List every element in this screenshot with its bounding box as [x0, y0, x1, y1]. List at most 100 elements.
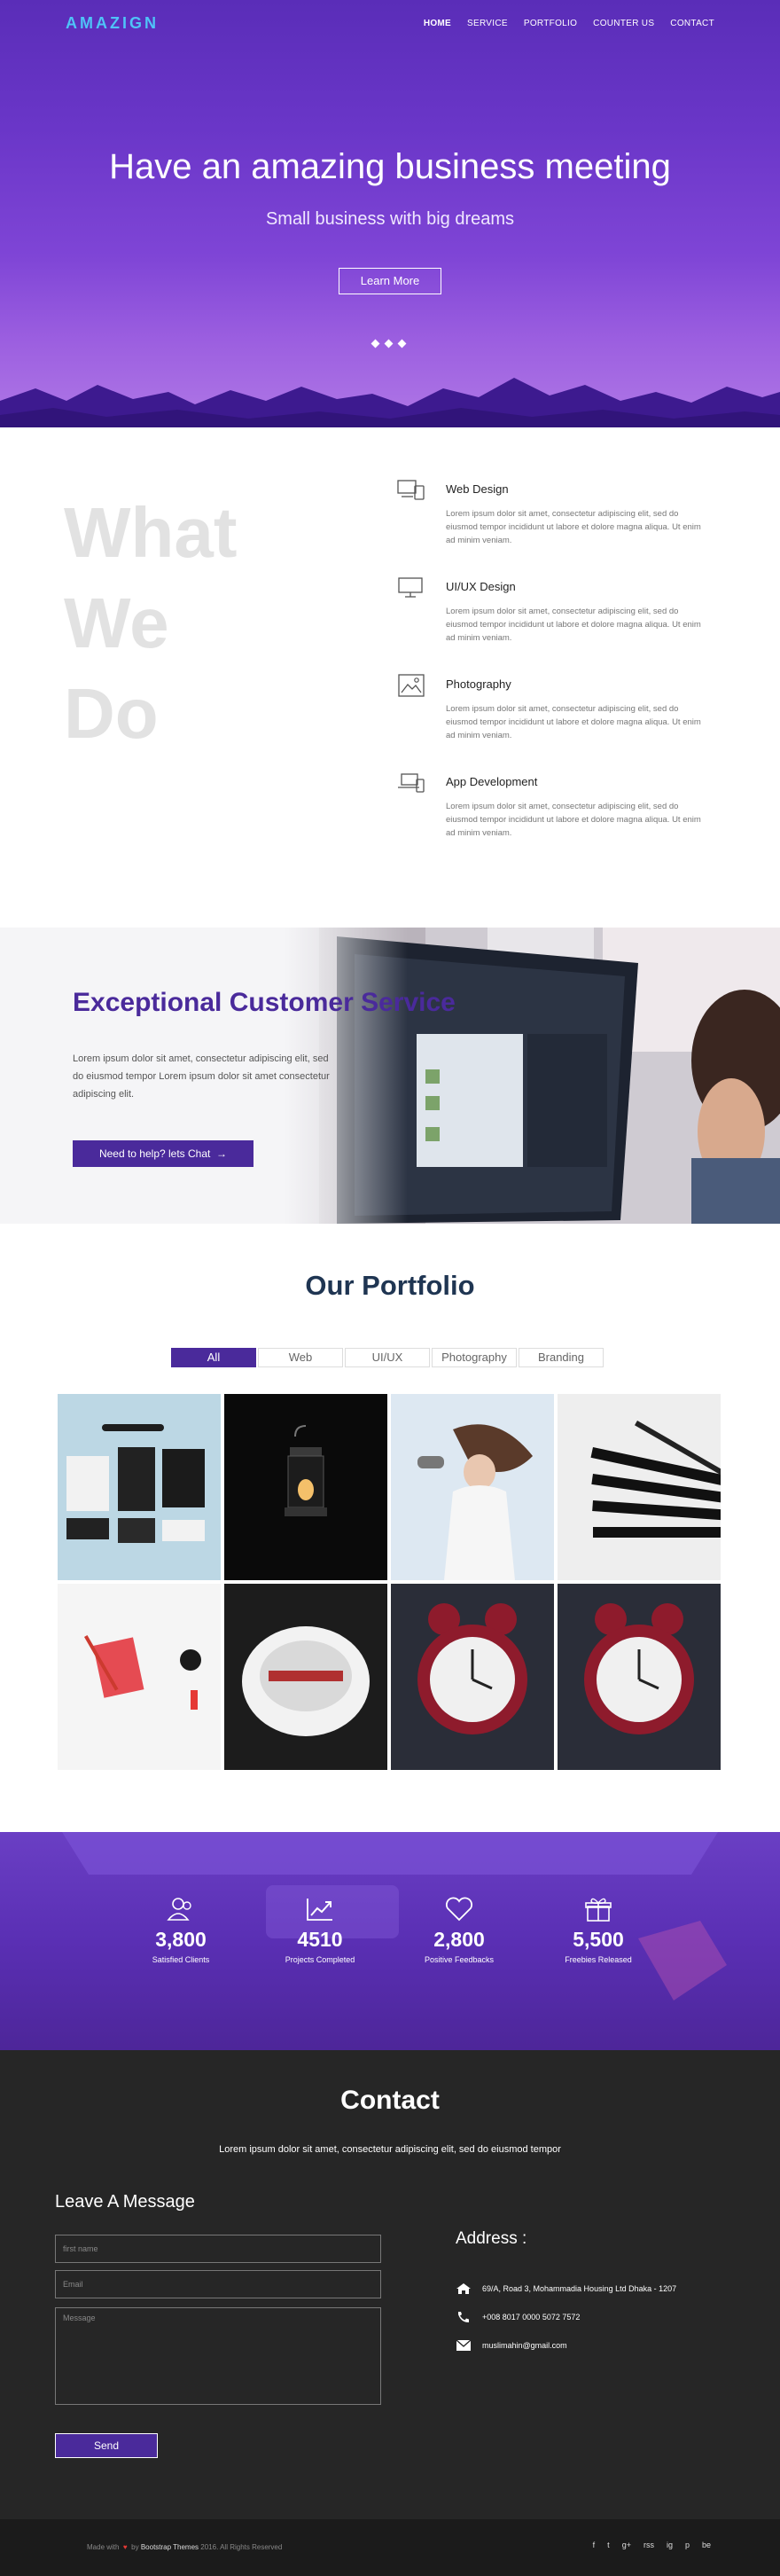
chart-icon: [307, 1899, 332, 1921]
portfolio-item-lantern[interactable]: [224, 1394, 387, 1580]
top-nav: AMAZIGN HOME SERVICE PORTFOLIO COUNTER U…: [0, 0, 780, 48]
nav-links: HOME SERVICE PORTFOLIO COUNTER US CONTAC…: [424, 19, 714, 28]
desk-items-image: [58, 1584, 221, 1770]
contact-title: Contact: [340, 2086, 440, 2115]
filter-branding[interactable]: Branding: [519, 1348, 604, 1367]
service-title: Photography: [446, 677, 511, 691]
learn-more-button[interactable]: Learn More: [339, 268, 441, 294]
nav-link-service[interactable]: SERVICE: [467, 19, 508, 28]
footer: Made with ♥ by Bootstrap Themes 2016. Al…: [0, 2519, 780, 2576]
nav-link-counter[interactable]: COUNTER US: [593, 19, 654, 28]
counter-feedbacks: 2,800 Positive Feedbacks: [397, 1896, 521, 1964]
portfolio-item-stationery[interactable]: [58, 1394, 221, 1580]
filter-photography[interactable]: Photography: [432, 1348, 517, 1367]
counters-section: 3,800 Satisfied Clients 4510 Projects Co…: [0, 1832, 780, 2050]
name-field[interactable]: [55, 2235, 381, 2263]
counter-value: 4510: [297, 1928, 343, 1951]
ashtray-image: [224, 1584, 387, 1770]
what-we-do-section: What We Do Web Design Lorem ipsum dolor …: [0, 427, 780, 928]
chat-button[interactable]: Need to help? lets Chat →: [73, 1140, 254, 1167]
counter-value: 5,500: [573, 1928, 624, 1951]
counter-label: Freebies Released: [565, 1955, 632, 1964]
filter-all[interactable]: All: [171, 1348, 256, 1367]
heart-icon: [445, 1897, 473, 1922]
filter-uiux[interactable]: UI/UX: [345, 1348, 430, 1367]
form-title: Leave A Message: [55, 2192, 195, 2212]
slider-dot[interactable]: [397, 339, 407, 348]
stationery-image: [58, 1394, 221, 1580]
service-title: Web Design: [446, 482, 509, 496]
arrow-right-icon: →: [213, 1147, 228, 1160]
hero-subtitle: Small business with big dreams: [265, 209, 515, 229]
hero-section: AMAZIGN HOME SERVICE PORTFOLIO COUNTER U…: [0, 0, 780, 427]
portfolio-item-hairdryer[interactable]: [391, 1394, 554, 1580]
portfolio-item-alarm-clock[interactable]: [391, 1584, 554, 1770]
workspace-photo: [284, 928, 780, 1224]
footer-credit: Made with ♥ by Bootstrap Themes 2016. Al…: [87, 2543, 282, 2551]
google-plus-icon[interactable]: g+: [622, 2541, 631, 2549]
made-with-text: Made with: [87, 2543, 120, 2551]
twitter-icon[interactable]: t: [607, 2541, 610, 2549]
counters-background: [62, 1832, 727, 2001]
image-icon: [398, 674, 425, 697]
social-links: f t g+ rss ig p be: [593, 2541, 711, 2549]
portfolio-item-desk[interactable]: [58, 1584, 221, 1770]
nav-link-portfolio[interactable]: PORTFOLIO: [524, 19, 577, 28]
address-text: 69/A, Road 3, Mohammadia Housing Ltd Dha…: [482, 2284, 677, 2293]
nav-link-contact[interactable]: CONTACT: [670, 19, 714, 28]
site-logo[interactable]: AMAZIGN: [66, 14, 159, 33]
portfolio-section: Our Portfolio All Web UI/UX Photography …: [0, 1224, 780, 1832]
instagram-icon[interactable]: ig: [667, 2541, 673, 2549]
counter-label: Positive Feedbacks: [424, 1955, 495, 1964]
portfolio-item-ashtray[interactable]: [224, 1584, 387, 1770]
laptop-phone-icon: [398, 773, 425, 793]
chat-button-label: Need to help? lets Chat: [98, 1147, 211, 1160]
by-text: by: [131, 2543, 139, 2551]
rss-icon[interactable]: rss: [644, 2541, 654, 2549]
email-text[interactable]: muslimahin@gmail.com: [482, 2341, 567, 2350]
facebook-icon[interactable]: f: [593, 2541, 596, 2549]
lantern-image: [224, 1394, 387, 1580]
nav-link-home[interactable]: HOME: [424, 19, 451, 28]
users-icon: [167, 1898, 191, 1921]
heading-word: We: [64, 583, 169, 662]
service-text: Lorem ipsum dolor sit amet, consectetur …: [446, 802, 701, 838]
gift-icon: [585, 1898, 612, 1922]
portfolio-filters: All Web UI/UX Photography Branding: [171, 1348, 604, 1367]
portfolio-grid: [58, 1394, 722, 1770]
portfolio-item-alarm-clock[interactable]: [558, 1584, 721, 1770]
heart-icon: ♥: [121, 2543, 129, 2551]
hero-title: Have an amazing business meeting: [109, 147, 671, 186]
email-line: muslimahin@gmail.com: [456, 2339, 567, 2352]
phone-icon: [458, 2312, 469, 2322]
counter-value: 3,800: [155, 1928, 207, 1951]
pinterest-icon[interactable]: p: [685, 2541, 690, 2549]
slider-dots: [370, 339, 407, 348]
service-title: UI/UX Design: [446, 580, 516, 593]
home-icon: [456, 2283, 471, 2294]
footer-brand-link[interactable]: Bootstrap Themes: [141, 2543, 199, 2551]
email-field[interactable]: [55, 2270, 381, 2298]
contact-subtitle: Lorem ipsum dolor sit amet, consectetur …: [219, 2144, 561, 2155]
portfolio-title: Our Portfolio: [305, 1270, 475, 1301]
devices-icon: [397, 480, 425, 500]
counter-projects: 4510 Projects Completed: [258, 1896, 382, 1964]
envelope-icon: [456, 2339, 472, 2351]
hairdryer-image: [391, 1394, 554, 1580]
send-button[interactable]: Send: [55, 2433, 158, 2458]
counter-label: Satisfied Clients: [152, 1955, 210, 1964]
slider-dot[interactable]: [384, 339, 394, 348]
service-text: Lorem ipsum dolor sit amet, consectetur …: [446, 509, 701, 545]
what-we-do-heading: What We Do: [64, 488, 238, 759]
phone-line: +008 8017 0000 5072 7572: [456, 2311, 580, 2323]
pens-image: [558, 1394, 721, 1580]
filter-web[interactable]: Web: [258, 1348, 343, 1367]
portfolio-item-pens[interactable]: [558, 1394, 721, 1580]
message-field[interactable]: [55, 2307, 381, 2405]
service-text: Lorem ipsum dolor sit amet, consectetur …: [446, 607, 701, 643]
slider-dot[interactable]: [370, 339, 380, 348]
service-title: App Development: [446, 775, 538, 788]
behance-icon[interactable]: be: [702, 2541, 711, 2549]
counter-clients: 3,800 Satisfied Clients: [119, 1896, 243, 1964]
address-line: 69/A, Road 3, Mohammadia Housing Ltd Dha…: [456, 2282, 676, 2295]
